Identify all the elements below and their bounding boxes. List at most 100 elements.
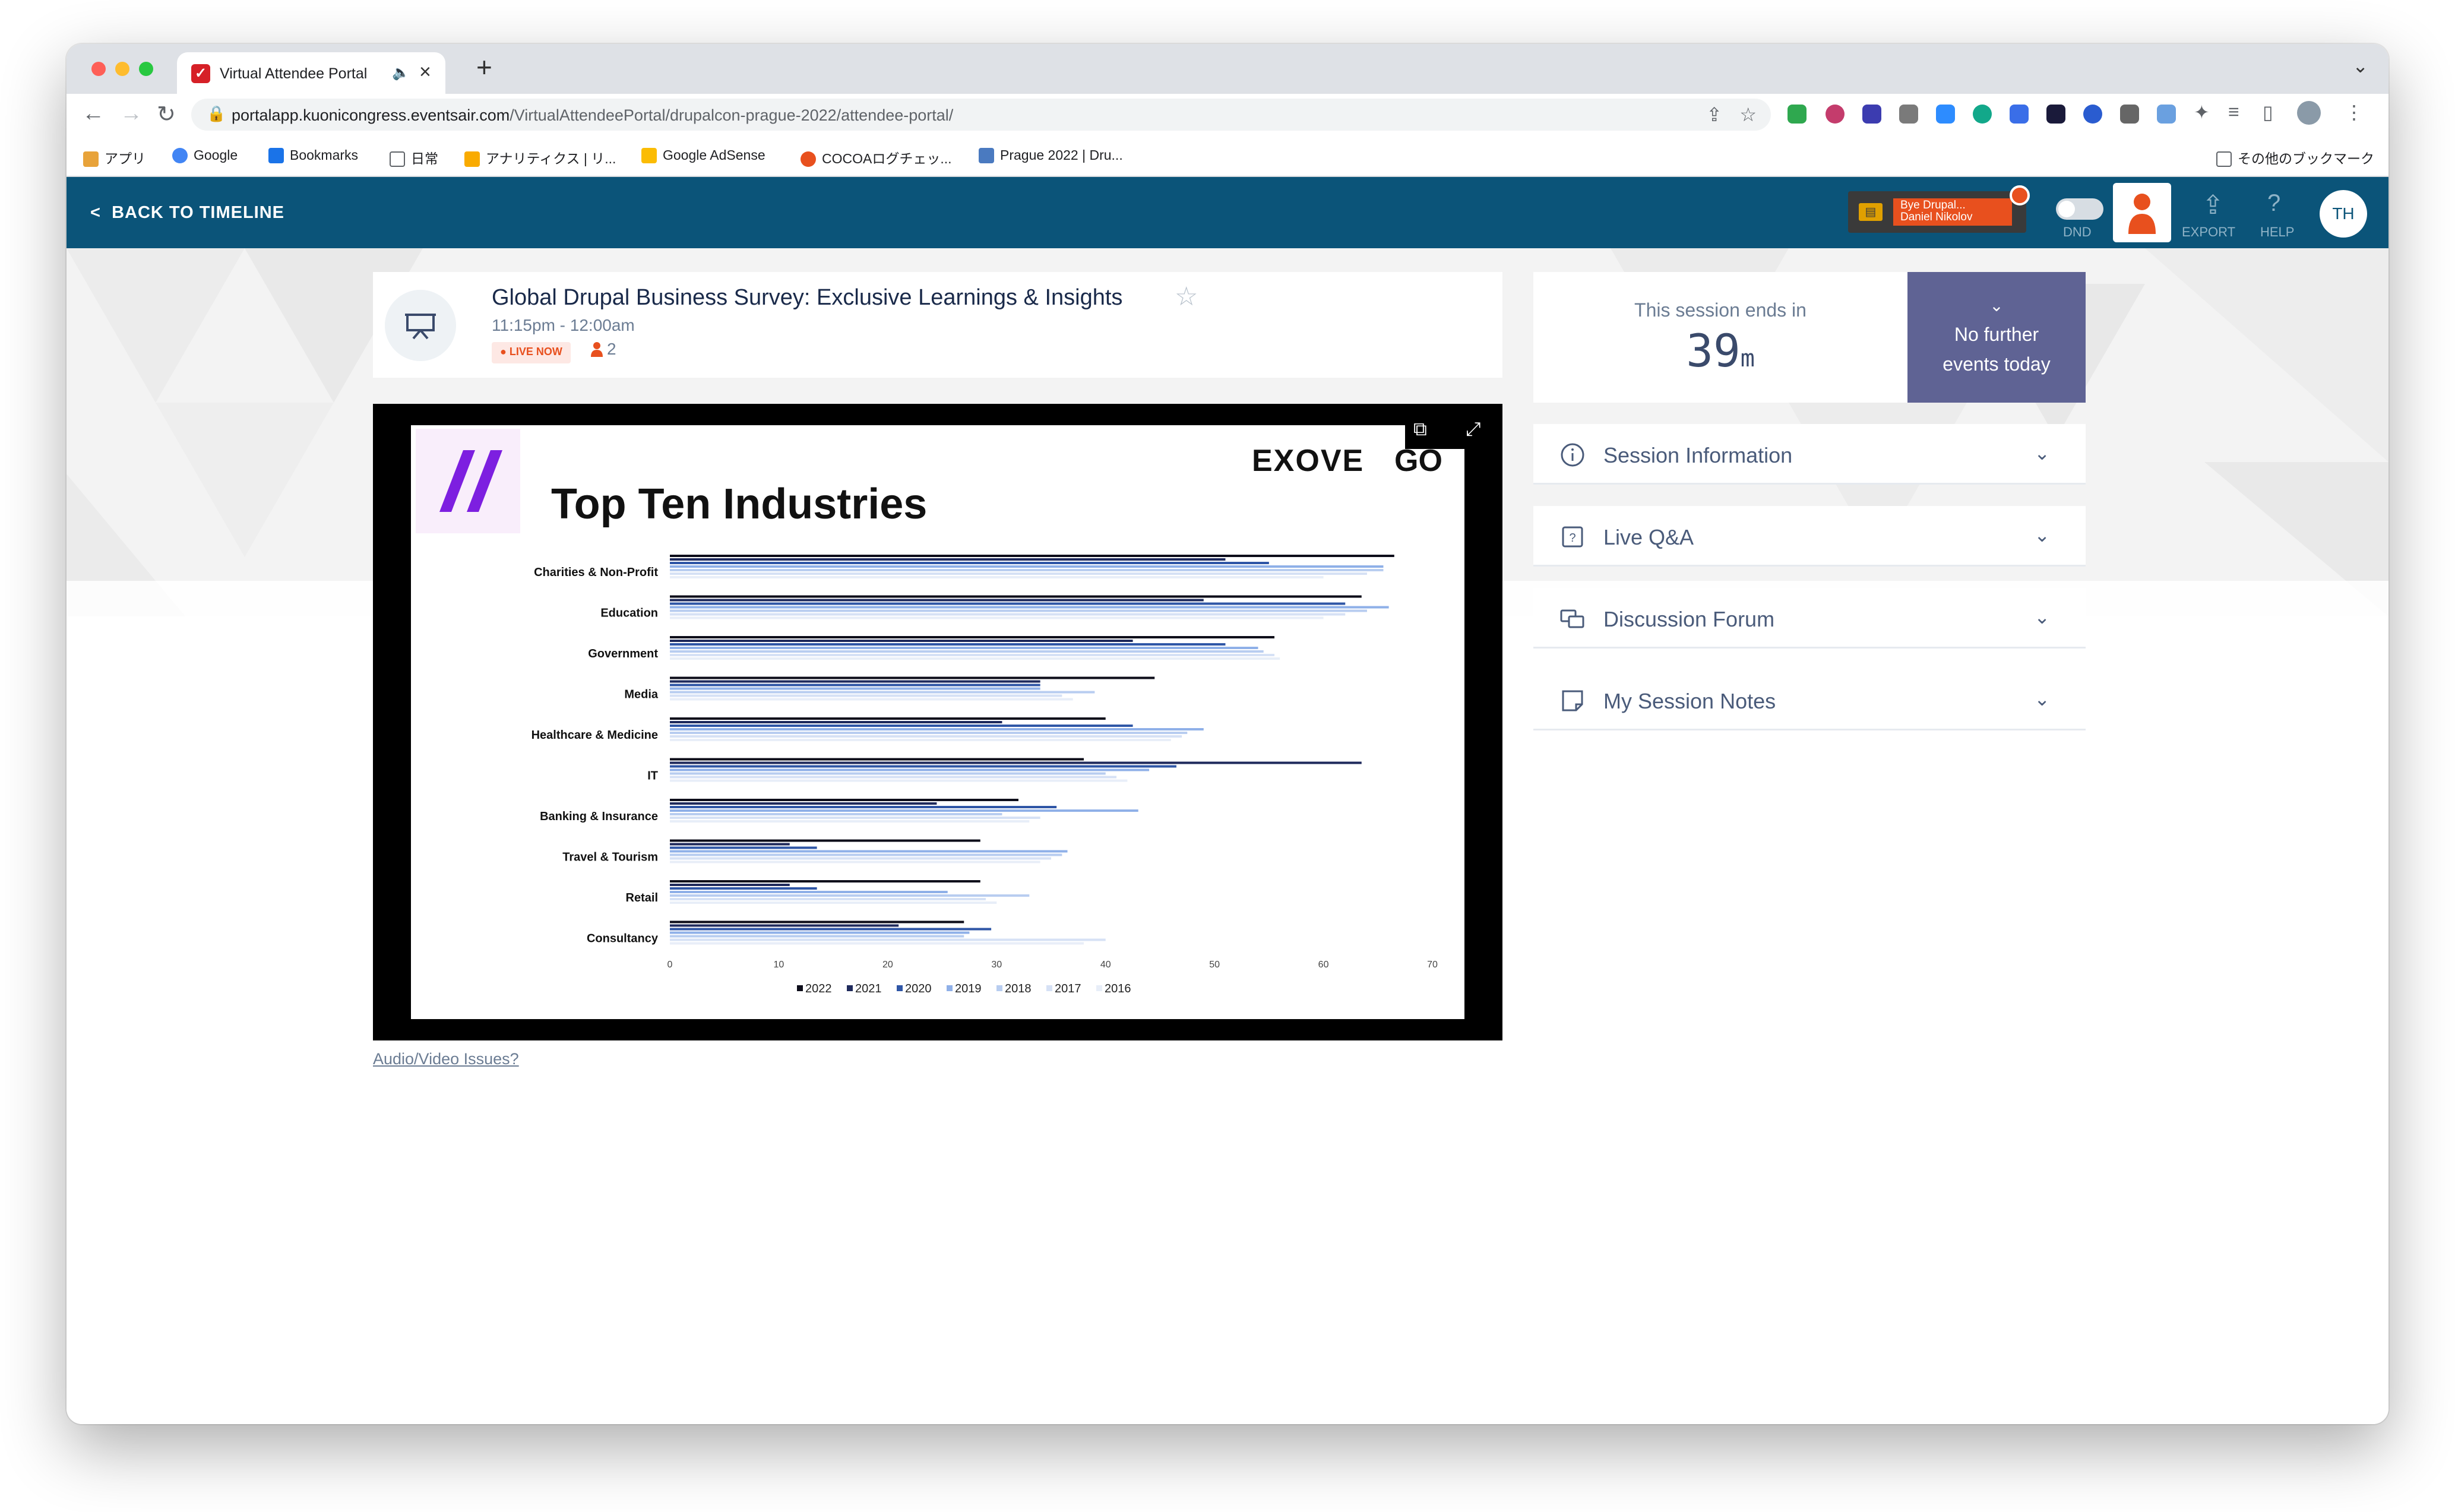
side-panel-icon[interactable]: ▯ xyxy=(2263,101,2273,124)
reading-list-icon[interactable]: ≡ xyxy=(2228,101,2239,123)
accordion-live-qa[interactable]: ? Live Q&A ⌄ xyxy=(1533,506,2086,567)
accordion-discussion-forum[interactable]: Discussion Forum ⌄ xyxy=(1533,588,2086,649)
accordion-my-session-notes[interactable]: My Session Notes ⌄ xyxy=(1533,670,2086,730)
user-avatar[interactable]: TH xyxy=(2320,190,2367,238)
forward-arrow-icon[interactable]: → xyxy=(120,101,143,126)
bar-2017 xyxy=(670,898,986,900)
analytics-icon xyxy=(464,151,480,167)
bookmark-prague[interactable]: Prague 2022 | Dru... xyxy=(979,147,1123,163)
bar-2018 xyxy=(670,650,1264,653)
y-tick-label: Education xyxy=(600,607,658,620)
extension-icon-4[interactable] xyxy=(1899,105,1918,124)
back-arrow-icon[interactable]: ← xyxy=(82,101,105,126)
bar-2021 xyxy=(670,761,1362,764)
bookmark-folder-daily[interactable]: 日常 xyxy=(390,147,438,167)
favorite-star-icon[interactable]: ☆ xyxy=(1175,281,1198,312)
bar-2021 xyxy=(670,640,1133,642)
bar-2020 xyxy=(670,643,1226,646)
bar-2017 xyxy=(670,613,1346,616)
audio-video-issues-link[interactable]: Audio/Video Issues? xyxy=(373,1050,519,1068)
bar-2019 xyxy=(670,850,1068,853)
bar-2016 xyxy=(670,901,997,904)
next-events-card[interactable]: ⌄ No further events today xyxy=(1907,272,2086,403)
bookmark-google[interactable]: Google xyxy=(172,147,238,163)
x-tick-label: 30 xyxy=(991,960,1002,970)
close-window-button[interactable] xyxy=(91,62,106,76)
legend-label: 2018 xyxy=(1005,982,1032,995)
extension-icon-3[interactable] xyxy=(1862,105,1881,124)
bookmark-apps[interactable]: アプリ xyxy=(83,147,145,167)
bar-2022 xyxy=(670,839,980,842)
bar-2019 xyxy=(670,809,1138,812)
bar-2017 xyxy=(670,938,1106,941)
reload-icon[interactable]: ↻ xyxy=(157,101,176,128)
y-tick-label: Travel & Tourism xyxy=(562,851,658,864)
bookmark-bookmarks[interactable]: Bookmarks xyxy=(268,147,358,163)
now-playing-text: Bye Drupal... Daniel Nikolov xyxy=(1893,198,2012,226)
more-menu-icon[interactable]: ⋮ xyxy=(2345,101,2364,124)
url-text[interactable]: portalapp.kuonicongress.eventsair.com/Vi… xyxy=(232,106,953,125)
now-playing-badge[interactable]: ▤ Bye Drupal... Daniel Nikolov xyxy=(1848,185,2030,233)
extension-icon-8[interactable] xyxy=(2046,105,2065,124)
bookmark-analytics[interactable]: アナリティクス | リ... xyxy=(464,147,616,167)
share-icon[interactable]: ⇪ xyxy=(1706,103,1722,126)
puzzle-extensions-icon[interactable]: ✦ xyxy=(2194,101,2210,124)
speaker-icon[interactable]: 🔈 xyxy=(392,64,410,81)
bookmark-cocoa[interactable]: COCOAログチェッ... xyxy=(801,147,952,167)
extension-icon-2[interactable] xyxy=(1826,105,1845,124)
bar-2016 xyxy=(670,861,1040,863)
video-player[interactable]: EXOVE GO Top Ten Industries Charities & … xyxy=(373,404,1502,1040)
extension-icon-7[interactable] xyxy=(2010,105,2029,124)
live-now-badge: ● LIVE NOW xyxy=(492,342,571,363)
presenter-avatar-button[interactable] xyxy=(2113,183,2171,242)
x-tick-label: 20 xyxy=(882,960,893,970)
accordion-label: Session Information xyxy=(1603,443,1793,467)
bar-2018 xyxy=(670,772,1106,775)
evernote-extension-icon[interactable] xyxy=(1788,105,1807,124)
zoom-extension-icon[interactable] xyxy=(1936,105,1955,124)
browser-tab[interactable]: ✓ Virtual Attendee Portal 🔈 × xyxy=(177,52,445,94)
lock-icon[interactable]: 🔒 xyxy=(207,105,226,123)
bar-2022 xyxy=(670,676,1155,679)
star-icon xyxy=(268,148,284,163)
extension-icon-10[interactable] xyxy=(2120,105,2139,124)
zoom-window-button[interactable] xyxy=(139,62,153,76)
bar-2019 xyxy=(670,728,1204,730)
profile-avatar[interactable] xyxy=(2297,101,2321,125)
x-tick-label: 10 xyxy=(774,960,784,970)
export-icon[interactable]: ⇪ xyxy=(2202,190,2224,220)
bookmark-adsense[interactable]: Google AdSense xyxy=(641,147,765,163)
back-to-timeline-button[interactable]: < BACK TO TIMELINE xyxy=(90,203,284,223)
dnd-toggle[interactable] xyxy=(2056,198,2103,220)
bar-2016 xyxy=(670,698,1073,701)
picture-in-picture-icon[interactable]: ⧉ xyxy=(1413,418,1427,441)
x-tick-label: 60 xyxy=(1318,960,1329,970)
tab-search-chevron-icon[interactable]: ⌄ xyxy=(2352,55,2368,77)
new-tab-button[interactable]: + xyxy=(476,51,492,83)
help-icon[interactable]: ? xyxy=(2267,190,2280,217)
timer-label: This session ends in xyxy=(1634,299,1807,321)
bookmark-other[interactable]: その他のブックマーク xyxy=(2216,147,2374,167)
chevron-down-icon: ⌄ xyxy=(2034,442,2050,464)
extension-icon-11[interactable] xyxy=(2157,105,2176,124)
eventsair-favicon-icon: ✓ xyxy=(191,64,210,83)
minimize-window-button[interactable] xyxy=(115,62,129,76)
extension-icon-9[interactable] xyxy=(2083,105,2102,124)
google-icon xyxy=(172,148,188,163)
bar-2020 xyxy=(670,928,992,931)
close-tab-icon[interactable]: × xyxy=(419,61,431,84)
fullscreen-icon[interactable]: ⤢ xyxy=(1466,418,1481,441)
legend-swatch xyxy=(897,985,903,991)
extension-icon-6[interactable] xyxy=(1973,105,1992,124)
bar-2016 xyxy=(670,576,1324,578)
y-tick-label: Consultancy xyxy=(587,932,659,945)
accordion-session-information[interactable]: Session Information ⌄ xyxy=(1533,424,2086,485)
y-tick-label: Media xyxy=(624,688,659,701)
bar-2017 xyxy=(670,654,1275,656)
bookmark-star-icon[interactable]: ☆ xyxy=(1739,103,1757,126)
chevron-down-icon[interactable]: ⌄ xyxy=(1907,296,2086,315)
attendee-count[interactable]: 2 xyxy=(590,340,616,359)
address-bar[interactable]: 🔒 portalapp.kuonicongress.eventsair.com/… xyxy=(191,99,1771,131)
legend-swatch xyxy=(947,985,953,991)
person-icon xyxy=(2128,194,2156,234)
